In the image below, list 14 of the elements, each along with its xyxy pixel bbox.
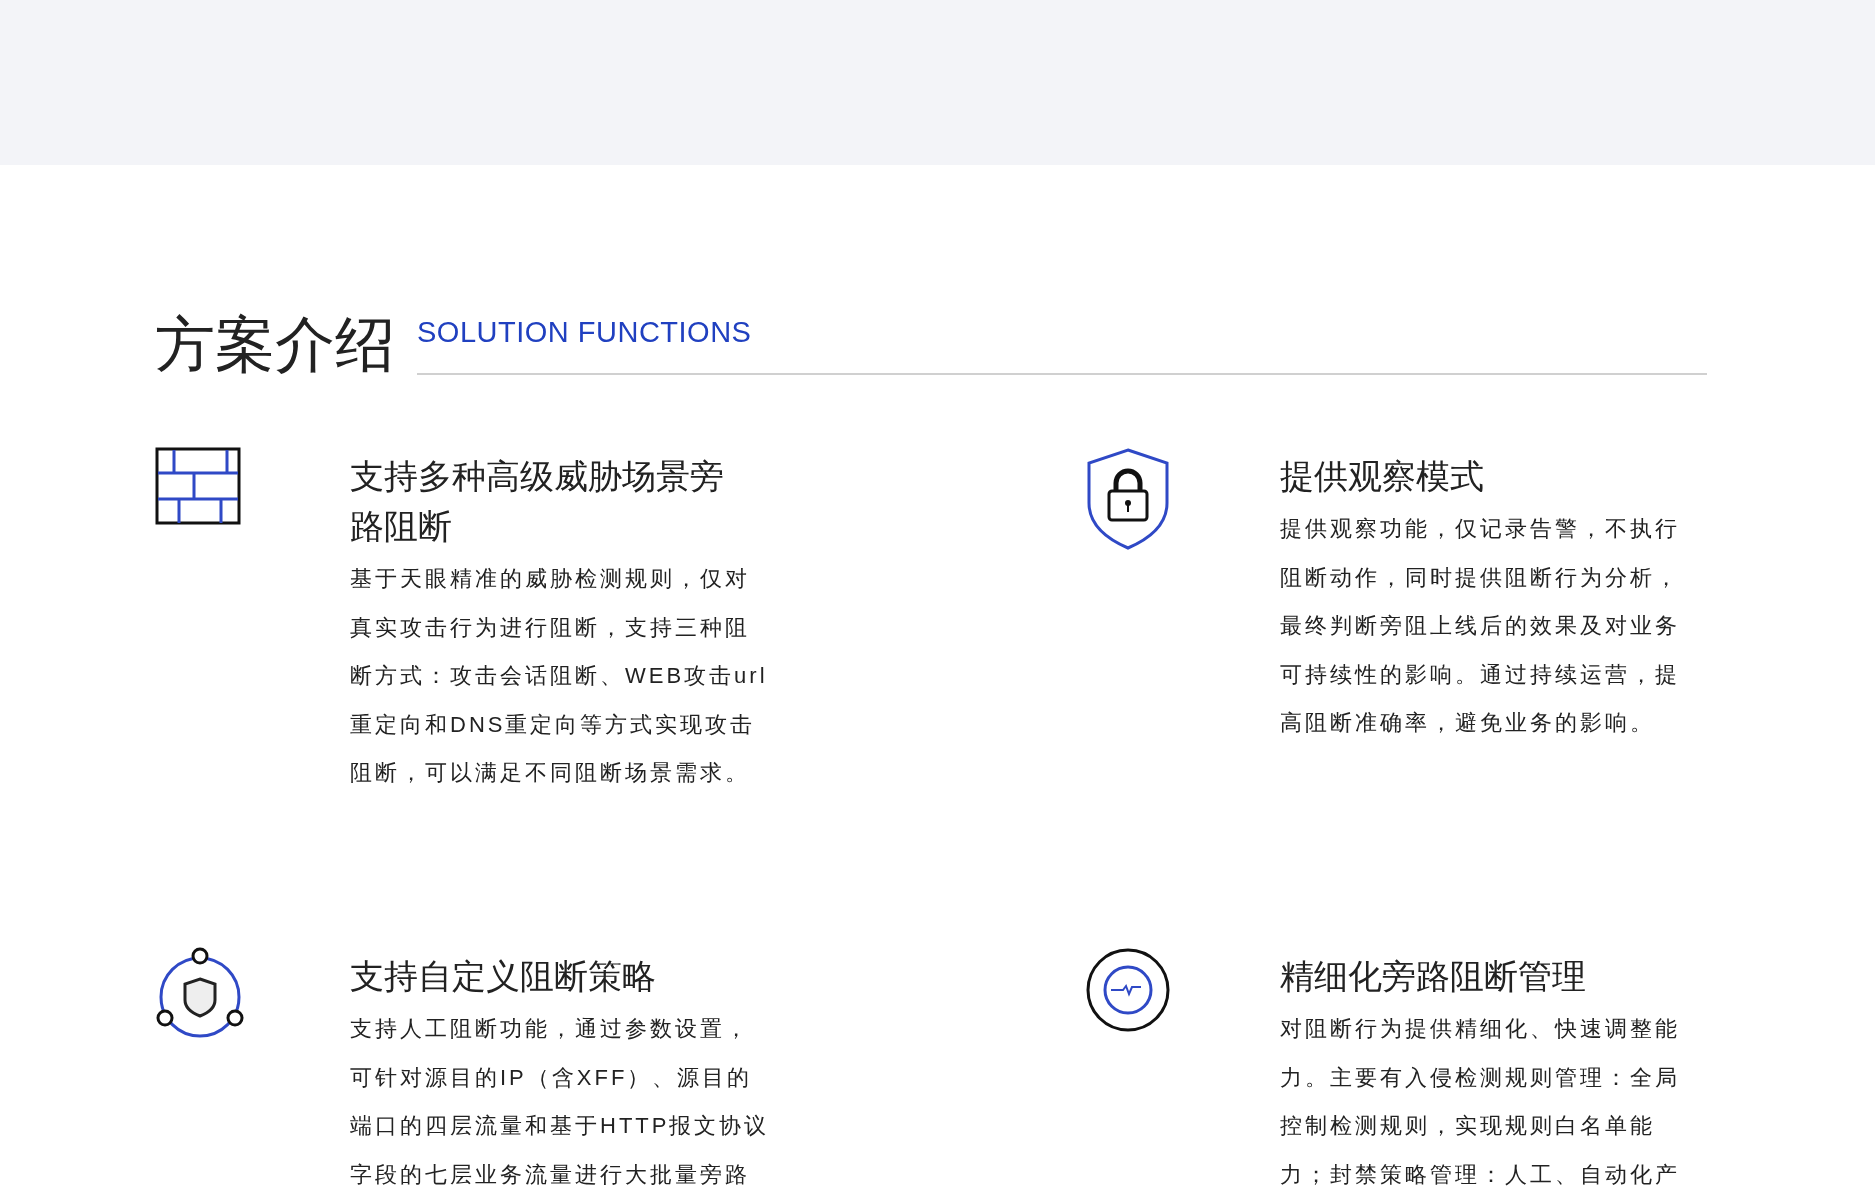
radar-icon — [1085, 947, 1171, 1033]
shield-network-icon — [155, 947, 245, 1039]
feature-description: 提供观察功能，仅记录告警，不执行阻断动作，同时提供阻断行为分析，最终判断旁阻上线后的效果及对业务可持续性的影响。通过持续运营，提高阻断准确率，避免业务的影响。 — [1280, 515, 1681, 737]
brick-wall-icon — [155, 447, 241, 525]
feature-title: 支持多种高级威胁场景旁路阻断 — [350, 456, 725, 547]
feature-description: 基于天眼精准的威胁检测规则，仅对真实攻击行为进行阻断，支持三种阻断方式：攻击会话阻断、WEB攻击url重定向和DNS重定向等方式实现攻击阻断，可以满足不同阻断场景需求。 — [350, 565, 769, 787]
section-title: 方案介绍 — [155, 315, 395, 375]
shield-lock-icon — [1085, 447, 1171, 551]
feature-description: 支持人工阻断功能，通过参数设置，可针对源目的IP（含XFF）、源目的端口的四层流量和基于HTTP报文协议字段的七层业务流量进行大批量旁路 — [350, 1015, 770, 1189]
feature-description: 对阻断行为提供精细化、快速调整能力。主要有入侵检测规则管理：全局控制检测规则，实现规则白名单能力；封禁策略管理：人工、自动化产 — [1280, 1015, 1681, 1189]
feature-title: 提供观察模式 — [1280, 456, 1485, 497]
section-subtitle: SOLUTION FUNCTIONS — [417, 318, 752, 347]
feature-title: 精细化旁路阻断管理 — [1280, 956, 1587, 997]
feature-title: 支持自定义阻断策略 — [350, 956, 657, 997]
